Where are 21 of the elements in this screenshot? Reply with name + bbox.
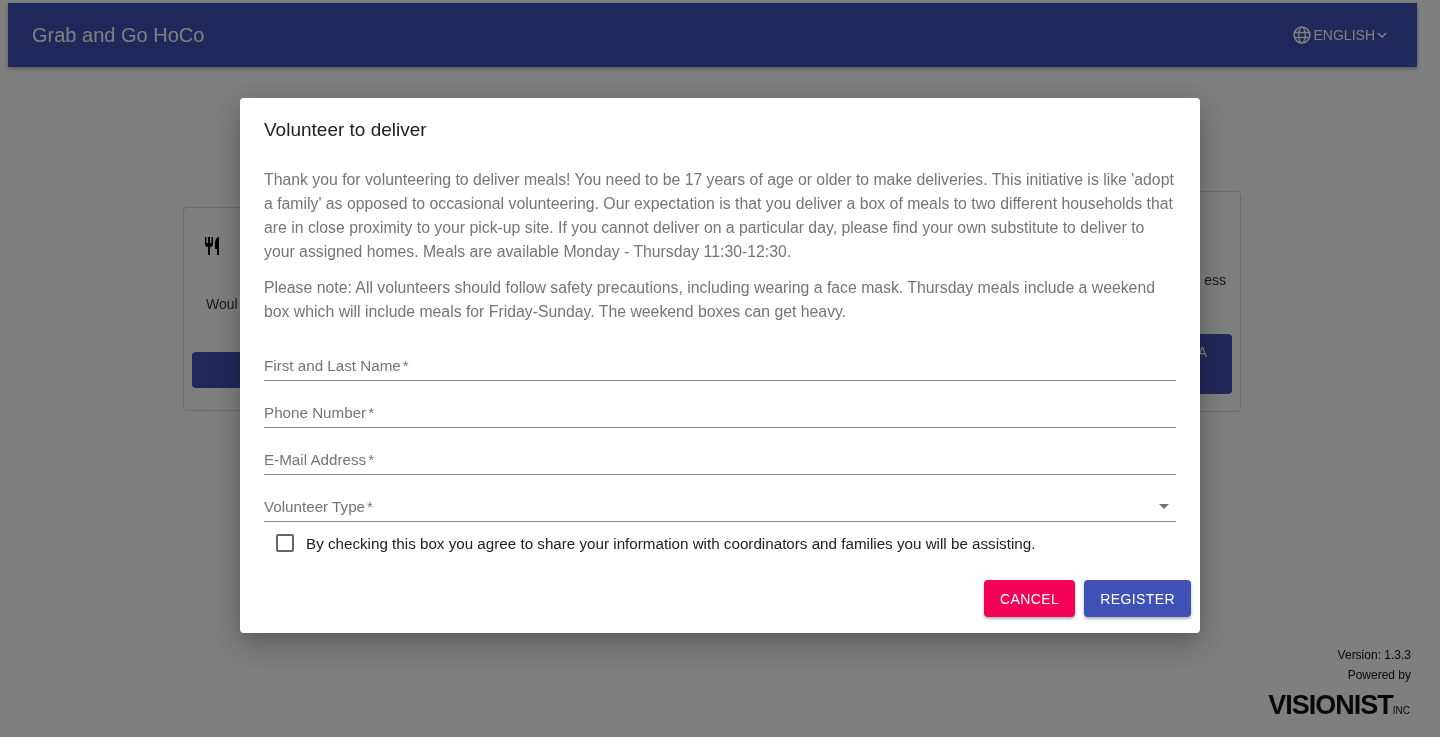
checkbox[interactable] <box>276 534 294 552</box>
checkbox-label: By checking this box you agree to share your information with coordinators and families you will be assisting. <box>306 534 1036 552</box>
input-field[interactable]: First and Last Name* <box>264 346 1176 381</box>
powered-by-text: Powered by <box>1347 667 1411 684</box>
company-logo: VISIONISTINC <box>1268 690 1410 720</box>
cancel-button[interactable]: CANCEL <box>984 580 1076 617</box>
dropdown-caret-icon <box>1159 504 1169 509</box>
select-field[interactable]: Volunteer Type* <box>264 487 1176 522</box>
language-button[interactable]: ENGLISH <box>1285 21 1393 49</box>
card-text: Woul <box>206 296 238 312</box>
version-text: Version: 1.3.3 <box>1337 647 1411 664</box>
dialog-text: Thank you for volunteering to deliver meals! You need to be 17 years of age or older to make deliveries. This initiative is like 'adopt a family' as opposed to occasional volunteering. Our expectation is that you deliver a box of meals to two different households that are in close proximity to your pick-up site. If you cannot deliver on a particular day, please find your own substitute to deliver to your assigned homes. Meals are available Monday - Thursday 11:30-12:30. <box>264 170 1175 262</box>
card-text: ess <box>1204 272 1226 288</box>
register-button[interactable]: REGISTER <box>1084 580 1191 617</box>
app-title: Grab and Go HoCo <box>32 23 205 47</box>
dialog-title: Volunteer to deliver <box>264 118 428 142</box>
dialog-text: Please note: All volunteers should follow safety precautions, including wearing a face mask. Thursday meals include a weekend box which will include meals for Friday-Sunday. The weekend boxes can get heavy. <box>264 278 1156 322</box>
input-field[interactable]: Phone Number* <box>264 393 1176 428</box>
input-field[interactable]: E-Mail Address* <box>264 440 1176 475</box>
chevron-down-icon <box>1377 31 1387 39</box>
globe-icon <box>1291 25 1312 45</box>
